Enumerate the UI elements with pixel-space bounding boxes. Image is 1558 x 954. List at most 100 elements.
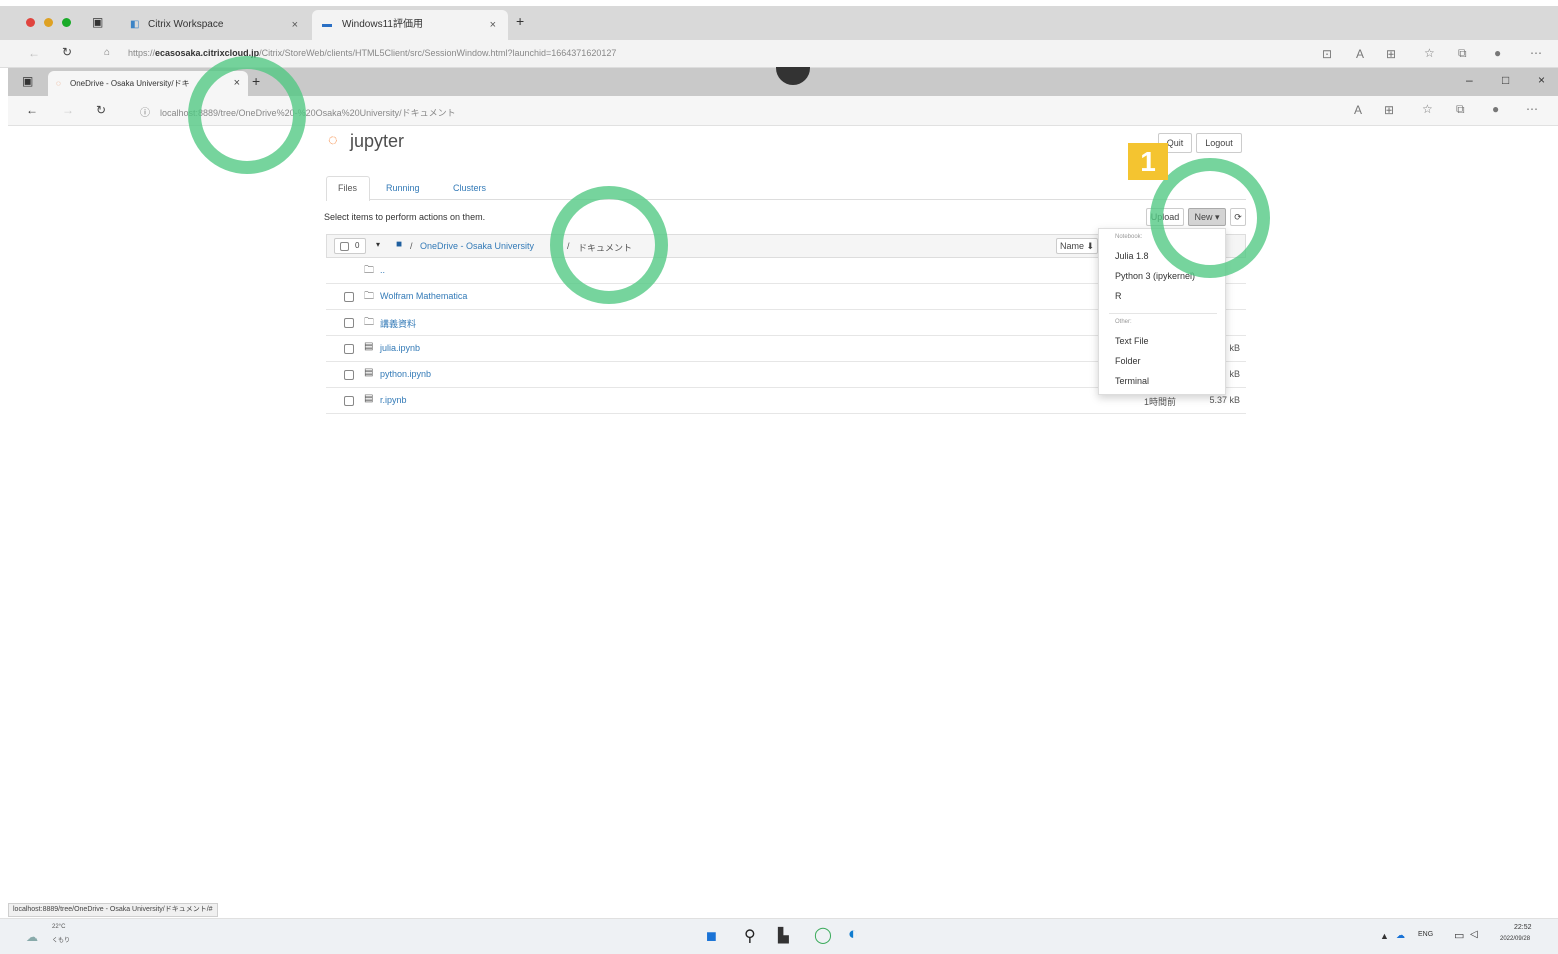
- new-python3-notebook[interactable]: Python 3 (ipykernel): [1115, 271, 1195, 281]
- tab-running[interactable]: Running: [386, 183, 420, 193]
- outer-tab-windows11[interactable]: ▬ Windows11評価用 ×: [312, 10, 508, 40]
- app-available-icon[interactable]: ⊡: [1322, 47, 1332, 61]
- select-all-dropdown[interactable]: 0: [334, 238, 366, 254]
- windows-start-icon[interactable]: ■: [706, 927, 717, 945]
- outer-url[interactable]: https://ecasosaka.citrixcloud.jp/Citrix/…: [128, 48, 616, 58]
- file-name[interactable]: r.ipynb: [380, 395, 407, 405]
- new-folder[interactable]: Folder: [1115, 356, 1141, 366]
- row-checkbox[interactable]: [344, 344, 354, 354]
- file-size: 5.37 kB: [1209, 395, 1240, 405]
- new-julia-notebook[interactable]: Julia 1.8: [1115, 251, 1149, 261]
- jupyter-favicon-icon: ◌: [56, 79, 61, 88]
- file-name[interactable]: julia.ipynb: [380, 343, 420, 353]
- select-caret-icon[interactable]: ▾: [376, 240, 380, 249]
- back-arrow-icon[interactable]: ←: [26, 103, 38, 117]
- collections-icon[interactable]: ⧉: [1458, 46, 1467, 61]
- search-icon[interactable]: ⚲: [744, 926, 756, 946]
- file-size: kB: [1229, 343, 1240, 353]
- selected-count: 0: [355, 241, 360, 250]
- citrix-workspace-icon[interactable]: ◯: [814, 925, 832, 945]
- display-icon[interactable]: ▭: [1454, 929, 1464, 942]
- network-icon[interactable]: ▲: [1380, 931, 1389, 941]
- menu-divider: [1109, 313, 1217, 314]
- weather-description[interactable]: くもり: [52, 935, 70, 944]
- new-text-file[interactable]: Text File: [1115, 336, 1149, 346]
- back-arrow-icon[interactable]: ←: [28, 46, 40, 60]
- file-name[interactable]: Wolfram Mathematica: [380, 291, 467, 301]
- folder-icon: 🗀: [364, 291, 374, 302]
- link-status-bar: localhost:8889/tree/OneDrive - Osaka Uni…: [8, 903, 218, 917]
- highlight-ring-new-button: [1150, 158, 1270, 278]
- clock-time[interactable]: 22:52: [1514, 924, 1532, 931]
- selection-instruction: Select items to perform actions on them.: [324, 212, 486, 222]
- close-window-button[interactable]: ×: [1538, 73, 1545, 87]
- edge-browser-icon[interactable]: ◐: [848, 924, 858, 944]
- highlight-ring-address-bar: [188, 56, 306, 174]
- jupyter-logo-icon: ◌: [328, 132, 338, 149]
- more-menu-icon[interactable]: ⋯: [1526, 102, 1538, 116]
- highlight-ring-breadcrumb: [550, 186, 668, 304]
- forward-arrow-icon[interactable]: →: [62, 103, 74, 117]
- folder-icon: 🗀: [364, 265, 374, 276]
- close-window-dot[interactable]: [26, 18, 35, 27]
- tab-actions-icon[interactable]: ▣: [22, 74, 33, 88]
- minimize-button[interactable]: –: [1466, 73, 1473, 87]
- profile-icon[interactable]: ●: [1494, 46, 1501, 60]
- input-language[interactable]: ENG: [1418, 931, 1433, 938]
- inner-tab-label: OneDrive - Osaka University/ドキ: [70, 79, 190, 88]
- citrix-session-toolbar-handle[interactable]: [776, 67, 810, 85]
- sort-by-name-button[interactable]: Name ⬇: [1056, 238, 1098, 254]
- close-tab-icon[interactable]: ×: [292, 10, 298, 40]
- file-name[interactable]: python.ipynb: [380, 369, 431, 379]
- notebook-icon: ▤: [364, 367, 374, 378]
- reload-icon[interactable]: ↻: [96, 103, 106, 117]
- clock-date[interactable]: 2022/09/28: [1500, 936, 1530, 942]
- site-info-icon[interactable]: ⓘ: [140, 104, 150, 119]
- more-menu-icon[interactable]: ⋯: [1530, 46, 1542, 60]
- citrix-favicon-icon: ◧: [130, 19, 140, 30]
- outer-tab-label: Citrix Workspace: [148, 19, 224, 30]
- row-checkbox[interactable]: [344, 292, 354, 302]
- extensions-icon[interactable]: ⊞: [1384, 103, 1394, 117]
- row-checkbox[interactable]: [344, 370, 354, 380]
- jupyter-logo-text: jupyter: [350, 131, 405, 151]
- select-all-checkbox[interactable]: [340, 242, 349, 251]
- file-size: kB: [1229, 369, 1240, 379]
- new-terminal[interactable]: Terminal: [1115, 376, 1149, 386]
- tab-files[interactable]: Files: [338, 183, 357, 193]
- file-modified: 1時間前: [1144, 397, 1177, 407]
- weather-cloud-icon[interactable]: ☁: [26, 930, 38, 944]
- profile-icon[interactable]: ●: [1492, 102, 1499, 116]
- task-view-icon[interactable]: ▙: [778, 927, 789, 944]
- row-checkbox[interactable]: [344, 396, 354, 406]
- parent-directory-name[interactable]: ..: [380, 265, 385, 275]
- read-aloud-icon[interactable]: A: [1354, 103, 1362, 117]
- row-checkbox[interactable]: [344, 318, 354, 328]
- zoom-window-dot[interactable]: [62, 18, 71, 27]
- tab-list-icon[interactable]: ▣: [92, 15, 103, 29]
- reload-icon[interactable]: ↻: [62, 45, 72, 59]
- close-tab-icon[interactable]: ×: [490, 10, 496, 40]
- cloud-sync-icon[interactable]: ☁: [1396, 930, 1405, 941]
- breadcrumb-folder[interactable]: OneDrive - Osaka University: [420, 241, 534, 251]
- weather-temperature[interactable]: 22°C: [52, 924, 65, 930]
- file-name[interactable]: 講義資料: [380, 317, 416, 330]
- logout-button[interactable]: Logout: [1196, 133, 1242, 153]
- tab-clusters[interactable]: Clusters: [453, 183, 486, 193]
- lock-icon: ⌂: [104, 47, 111, 58]
- favorite-star-icon[interactable]: ☆: [1424, 46, 1435, 60]
- volume-icon[interactable]: ◁: [1470, 929, 1478, 940]
- minimize-window-dot[interactable]: [44, 18, 53, 27]
- maximize-button[interactable]: □: [1502, 73, 1509, 87]
- monitor-favicon-icon: ▬: [322, 19, 332, 30]
- outer-tab-label: Windows11評価用: [342, 19, 423, 30]
- new-r-notebook[interactable]: R: [1115, 291, 1122, 301]
- new-tab-icon[interactable]: +: [516, 13, 524, 29]
- home-folder-icon[interactable]: ■: [396, 239, 402, 250]
- favorite-star-icon[interactable]: ☆: [1422, 102, 1433, 116]
- extensions-icon[interactable]: ⊞: [1386, 47, 1396, 61]
- outer-tab-citrix[interactable]: ◧ Citrix Workspace ×: [118, 10, 310, 40]
- read-aloud-icon[interactable]: A: [1356, 47, 1364, 61]
- collections-icon[interactable]: ⧉: [1456, 102, 1465, 117]
- step-badge: 1: [1128, 143, 1168, 180]
